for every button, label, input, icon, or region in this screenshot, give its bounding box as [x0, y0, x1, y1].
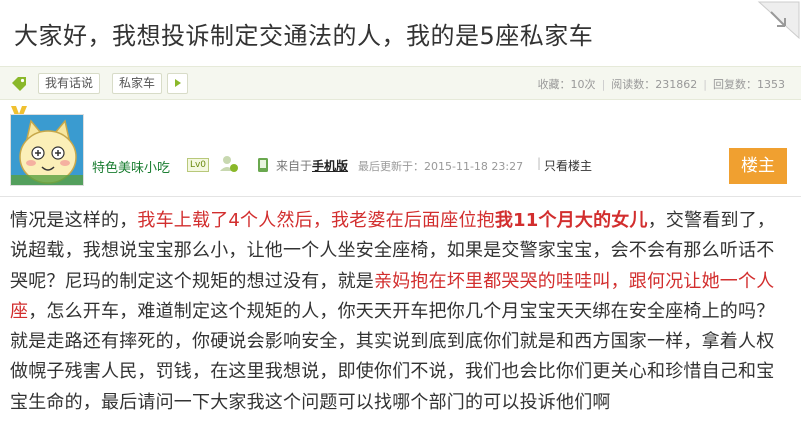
title-bar: 大家好，我想投诉制定交通法的人，我的是5座私家车 — [0, 0, 801, 66]
separator: | — [537, 156, 542, 170]
author-username[interactable]: 特色美味小吃 — [92, 157, 170, 176]
source-line: 来自于手机版 — [276, 157, 348, 174]
corner-fold-icon[interactable] — [757, 0, 801, 40]
favorites-count: 收藏：10次 — [537, 78, 596, 91]
post-meta-bar: 我有话说 私家车 收藏：10次 | 阅读数：231862 | 回复数：1353 — [0, 66, 801, 100]
user-status-icon — [220, 156, 238, 172]
user-avatar[interactable] — [10, 114, 84, 186]
body-highlight: 我车上载了4个人然后，我老婆在后面座位抱 — [137, 210, 495, 231]
tag-button-speak[interactable]: 我有话说 — [38, 73, 101, 94]
source-prefix: 来自于 — [276, 159, 313, 173]
divider — [0, 196, 801, 197]
tag-button-private-car[interactable]: 私家车 — [112, 73, 163, 94]
body-segment: 情况是这样的， — [10, 210, 138, 231]
replies-count: 回复数：1353 — [713, 78, 785, 91]
mobile-version-link[interactable]: 手机版 — [312, 159, 348, 173]
last-update: 最后更新于：2015-11-18 23:27 — [358, 160, 524, 173]
op-badge: 楼主 — [729, 148, 787, 184]
body-segment: ，怎么开车，难道制定这个规矩的人，你天天开车把你几个月宝宝天天绑在安全座椅上的吗… — [10, 300, 775, 413]
only-op-link[interactable]: 只看楼主 — [544, 157, 592, 174]
post-title: 大家好，我想投诉制定交通法的人，我的是5座私家车 — [14, 22, 594, 50]
body-highlight-bold: 我11个月大的女儿 — [494, 210, 648, 231]
level-badge: Lv0 — [187, 158, 209, 172]
arrow-right-icon[interactable] — [167, 73, 188, 94]
post-stats: 收藏：10次 | 阅读数：231862 | 回复数：1353 — [537, 78, 785, 91]
views-count: 阅读数：231862 — [611, 78, 698, 91]
post-body: 情况是这样的，我车上载了4个人然后，我老婆在后面座位抱我11个月大的女儿，交警看… — [10, 206, 792, 418]
mobile-icon — [258, 158, 268, 172]
tag-icon — [12, 77, 26, 91]
